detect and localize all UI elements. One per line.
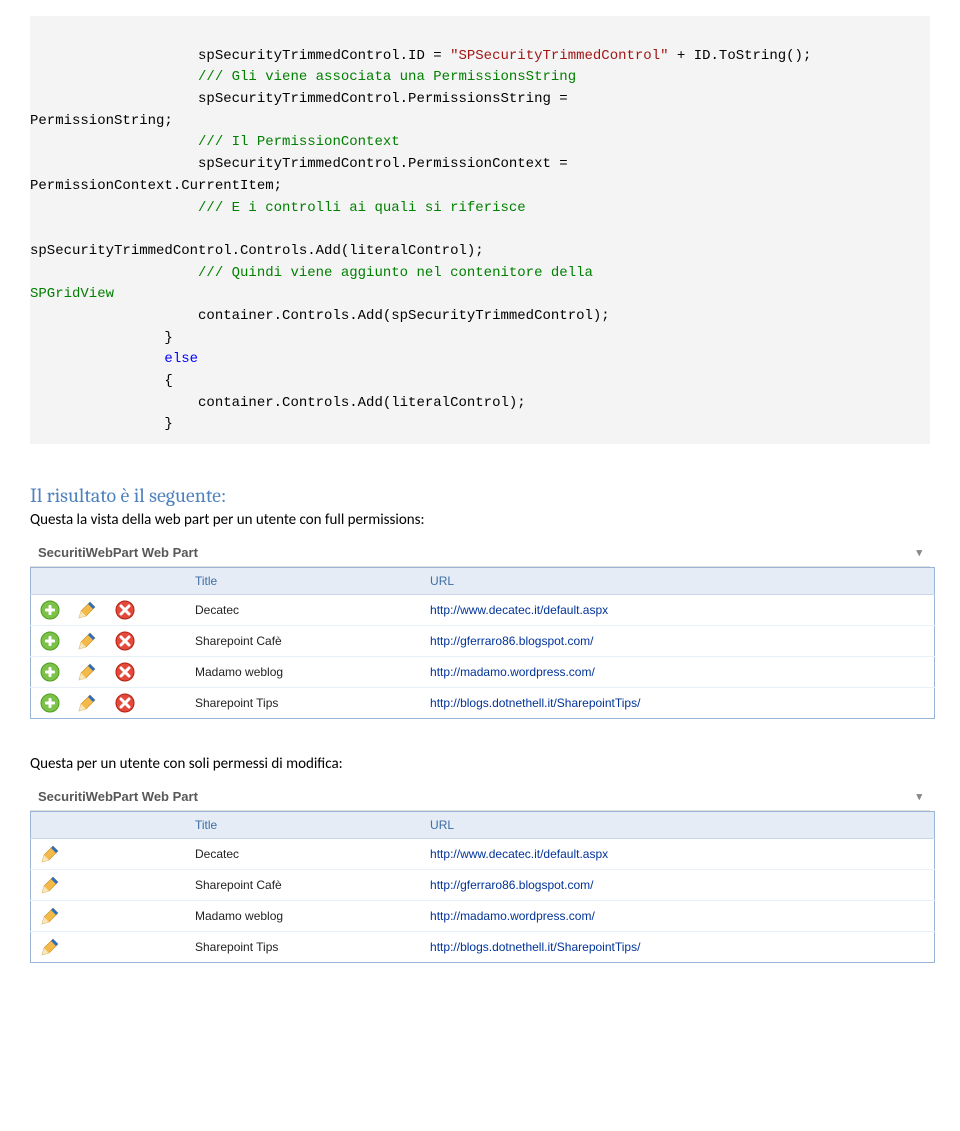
cell-url: http://madamo.wordpress.com/ bbox=[422, 657, 934, 688]
table-row: Madamo weblog http://madamo.wordpress.co… bbox=[31, 901, 935, 932]
edit-icon[interactable] bbox=[39, 936, 61, 958]
cell-url: http://gferraro86.blogspot.com/ bbox=[422, 870, 934, 901]
table-header-row: Title URL bbox=[31, 568, 935, 595]
actions-cell bbox=[31, 626, 188, 657]
edit-icon[interactable] bbox=[39, 874, 61, 896]
add-icon[interactable] bbox=[39, 599, 61, 621]
cell-title: Sharepoint Tips bbox=[187, 932, 422, 963]
actions-cell bbox=[31, 870, 188, 901]
delete-icon[interactable] bbox=[114, 599, 136, 621]
edit-icon[interactable] bbox=[39, 905, 61, 927]
edit-icon[interactable] bbox=[76, 630, 98, 652]
table-row: Sharepoint Tips http://blogs.dotnethell.… bbox=[31, 688, 935, 719]
url-link[interactable]: http://www.decatec.it/default.aspx bbox=[430, 603, 608, 617]
url-link[interactable]: http://gferraro86.blogspot.com/ bbox=[430, 634, 593, 648]
cell-url: http://gferraro86.blogspot.com/ bbox=[422, 626, 934, 657]
cell-url: http://www.decatec.it/default.aspx bbox=[422, 839, 934, 870]
table-row: Decatec http://www.decatec.it/default.as… bbox=[31, 595, 935, 626]
table-row: Sharepoint Tips http://blogs.dotnethell.… bbox=[31, 932, 935, 963]
edit-icon[interactable] bbox=[76, 661, 98, 683]
webpart-full: SecuritiWebPart Web Part ▾ Title URL Dec… bbox=[30, 539, 930, 719]
webpart-table-full: Title URL Decatec http://www.decatec.it/… bbox=[30, 567, 935, 719]
col-url: URL bbox=[422, 812, 934, 839]
table-row: Decatec http://www.decatec.it/default.as… bbox=[31, 839, 935, 870]
edit-icon[interactable] bbox=[39, 843, 61, 865]
col-url: URL bbox=[422, 568, 934, 595]
actions-cell bbox=[31, 932, 188, 963]
actions-cell bbox=[31, 839, 188, 870]
webpart-menu-arrow-icon[interactable]: ▾ bbox=[916, 790, 922, 803]
col-actions bbox=[31, 812, 188, 839]
actions-cell bbox=[31, 595, 188, 626]
code-block: spSecurityTrimmedControl.ID = "SPSecurit… bbox=[30, 16, 930, 444]
add-icon[interactable] bbox=[39, 692, 61, 714]
section-heading: Il risultato è il seguente: bbox=[30, 484, 930, 507]
col-title: Title bbox=[187, 812, 422, 839]
cell-url: http://blogs.dotnethell.it/SharepointTip… bbox=[422, 932, 934, 963]
cell-title: Sharepoint Tips bbox=[187, 688, 422, 719]
add-icon[interactable] bbox=[39, 661, 61, 683]
caption-edit-only: Questa per un utente con soli permessi d… bbox=[30, 755, 930, 773]
col-title: Title bbox=[187, 568, 422, 595]
webpart-edit-only: SecuritiWebPart Web Part ▾ Title URL Dec… bbox=[30, 783, 930, 963]
edit-icon[interactable] bbox=[76, 692, 98, 714]
table-row: Sharepoint Cafè http://gferraro86.blogsp… bbox=[31, 870, 935, 901]
cell-title: Decatec bbox=[187, 595, 422, 626]
cell-title: Sharepoint Cafè bbox=[187, 870, 422, 901]
cell-title: Sharepoint Cafè bbox=[187, 626, 422, 657]
cell-url: http://madamo.wordpress.com/ bbox=[422, 901, 934, 932]
delete-icon[interactable] bbox=[114, 692, 136, 714]
cell-title: Madamo weblog bbox=[187, 901, 422, 932]
url-link[interactable]: http://madamo.wordpress.com/ bbox=[430, 665, 595, 679]
edit-icon[interactable] bbox=[76, 599, 98, 621]
cell-url: http://www.decatec.it/default.aspx bbox=[422, 595, 934, 626]
webpart-title-bar: SecuritiWebPart Web Part ▾ bbox=[30, 783, 930, 811]
add-icon[interactable] bbox=[39, 630, 61, 652]
url-link[interactable]: http://blogs.dotnethell.it/SharepointTip… bbox=[430, 696, 640, 710]
caption-full-permissions: Questa la vista della web part per un ut… bbox=[30, 511, 930, 529]
actions-cell bbox=[31, 901, 188, 932]
table-header-row: Title URL bbox=[31, 812, 935, 839]
cell-title: Madamo weblog bbox=[187, 657, 422, 688]
actions-cell bbox=[31, 657, 188, 688]
webpart-menu-arrow-icon[interactable]: ▾ bbox=[916, 546, 922, 559]
url-link[interactable]: http://www.decatec.it/default.aspx bbox=[430, 847, 608, 861]
delete-icon[interactable] bbox=[114, 630, 136, 652]
url-link[interactable]: http://blogs.dotnethell.it/SharepointTip… bbox=[430, 940, 640, 954]
webpart-title-text: SecuritiWebPart Web Part bbox=[38, 789, 198, 804]
col-actions bbox=[31, 568, 188, 595]
table-row: Sharepoint Cafè http://gferraro86.blogsp… bbox=[31, 626, 935, 657]
webpart-title-bar: SecuritiWebPart Web Part ▾ bbox=[30, 539, 930, 567]
cell-url: http://blogs.dotnethell.it/SharepointTip… bbox=[422, 688, 934, 719]
table-row: Madamo weblog http://madamo.wordpress.co… bbox=[31, 657, 935, 688]
url-link[interactable]: http://gferraro86.blogspot.com/ bbox=[430, 878, 593, 892]
actions-cell bbox=[31, 688, 188, 719]
webpart-table-edit: Title URL Decatec http://www.decatec.it/… bbox=[30, 811, 935, 963]
cell-title: Decatec bbox=[187, 839, 422, 870]
delete-icon[interactable] bbox=[114, 661, 136, 683]
url-link[interactable]: http://madamo.wordpress.com/ bbox=[430, 909, 595, 923]
webpart-title-text: SecuritiWebPart Web Part bbox=[38, 545, 198, 560]
